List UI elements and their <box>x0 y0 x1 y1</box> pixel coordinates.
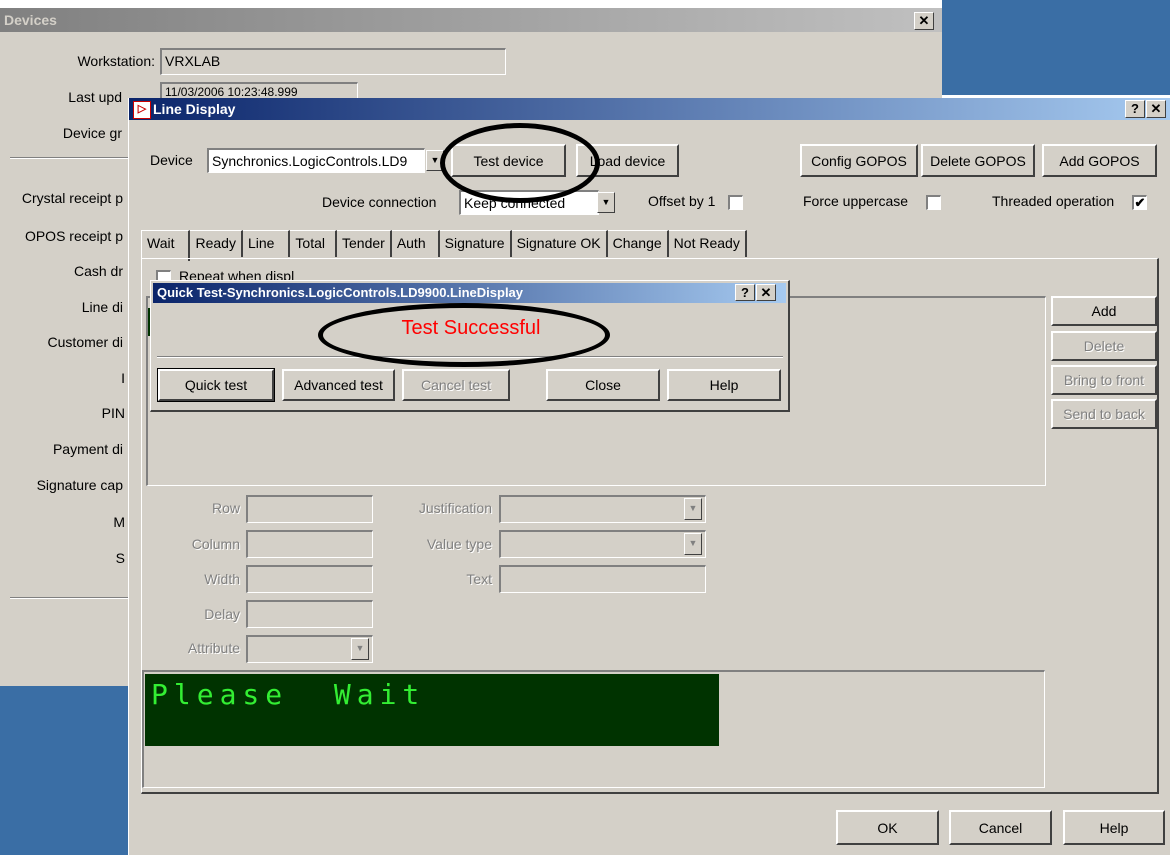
help-button[interactable]: Help <box>1063 810 1165 845</box>
line-display-window: ▷ Line Display ? ✕ Device Synchronics.Log… <box>128 98 1170 855</box>
add-element-button[interactable]: Add <box>1051 296 1157 326</box>
attribute-label: Attribute <box>187 640 240 656</box>
tab-signature[interactable]: Signature <box>439 230 512 257</box>
text-label: Text <box>466 571 492 587</box>
devices-item-m[interactable]: M <box>0 514 125 530</box>
column-label: Column <box>191 536 240 552</box>
send-to-back-button[interactable]: Send to back <box>1051 399 1157 429</box>
line-display-close-button[interactable]: ✕ <box>1146 100 1166 118</box>
width-field[interactable] <box>246 565 373 593</box>
offset-label: Offset by 1 <box>648 193 716 209</box>
value-type-select[interactable] <box>499 530 706 558</box>
devices-title-bar: Devices <box>0 8 942 32</box>
lcd-preview-text: Please Wait <box>145 674 719 746</box>
desktop-background-top <box>942 0 1170 95</box>
tab-not-ready[interactable]: Not Ready <box>668 230 747 257</box>
value-type-label: Value type <box>426 536 492 552</box>
row-field[interactable] <box>246 495 373 523</box>
delay-label: Delay <box>204 606 240 622</box>
devices-title: Devices <box>4 12 57 28</box>
text-field[interactable] <box>499 565 706 593</box>
devices-item-payment[interactable]: Payment di <box>0 441 123 457</box>
delete-gopos-button[interactable]: Delete GOPOS <box>921 144 1035 177</box>
cancel-test-button[interactable]: Cancel test <box>402 369 510 401</box>
tab-tender[interactable]: Tender <box>337 230 392 257</box>
last-update-label: Last upd <box>68 89 122 105</box>
line-display-title: Line Display <box>153 101 236 117</box>
devices-item-customer-display[interactable]: Customer di <box>0 334 123 350</box>
devices-item-opos[interactable]: OPOS receipt p <box>0 228 123 244</box>
value-type-arrow-icon[interactable]: ▼ <box>684 533 702 555</box>
quick-test-help-button[interactable]: Help <box>667 369 781 401</box>
tab-wait[interactable]: Wait <box>141 230 191 261</box>
justification-select[interactable] <box>499 495 706 523</box>
justification-arrow-icon[interactable]: ▼ <box>684 498 702 520</box>
tab-total[interactable]: Total <box>290 230 337 257</box>
devices-close-button[interactable]: ✕ <box>914 12 934 30</box>
highlight-ellipse-test-successful <box>318 303 610 367</box>
quick-test-help-title-button[interactable]: ? <box>735 284 755 301</box>
threaded-operation-checkbox[interactable]: ✔ <box>1132 195 1147 210</box>
workstation-label: Workstation: <box>77 53 155 69</box>
line-display-help-title-button[interactable]: ? <box>1125 100 1145 118</box>
device-group-label: Device gr <box>62 125 122 141</box>
devices-item-line-display[interactable]: Line di <box>0 299 123 315</box>
desktop-background-bottom <box>0 686 128 855</box>
attribute-arrow-icon[interactable]: ▼ <box>351 638 369 660</box>
devices-item-s[interactable]: S <box>0 550 125 566</box>
force-uppercase-checkbox[interactable] <box>926 195 941 210</box>
advanced-test-button[interactable]: Advanced test <box>282 369 395 401</box>
devices-item-crystal[interactable]: Crystal receipt p <box>0 190 123 206</box>
highlight-ellipse-test-device <box>440 123 600 203</box>
close-button[interactable]: Close <box>546 369 660 401</box>
delay-field[interactable] <box>246 600 373 628</box>
device-label: Device <box>150 152 193 168</box>
devices-item-pin[interactable]: PIN <box>0 405 125 421</box>
config-gopos-button[interactable]: Config GOPOS <box>800 144 918 177</box>
offset-checkbox[interactable] <box>728 195 743 210</box>
width-label: Width <box>204 571 240 587</box>
quick-test-button[interactable]: Quick test <box>157 368 275 402</box>
tab-ready[interactable]: Ready <box>190 230 243 257</box>
tab-strip: Wait Ready Line Total Tender Auth Signat… <box>141 230 747 261</box>
bring-to-front-button[interactable]: Bring to front <box>1051 365 1157 395</box>
device-connection-arrow-icon[interactable]: ▼ <box>597 192 615 213</box>
cancel-button[interactable]: Cancel <box>949 810 1052 845</box>
column-field[interactable] <box>246 530 373 558</box>
devices-item-signature[interactable]: Signature cap <box>0 477 123 493</box>
force-uppercase-label: Force uppercase <box>803 193 909 209</box>
add-gopos-button[interactable]: Add GOPOS <box>1042 144 1157 177</box>
quick-test-close-title-button[interactable]: ✕ <box>756 284 776 301</box>
tab-line[interactable]: Line <box>242 230 291 257</box>
devices-separator-2 <box>10 597 128 599</box>
quick-test-title: Quick Test-Synchronics.LogicControls.LD9… <box>157 285 524 300</box>
justification-label: Justification <box>418 500 492 516</box>
tab-change[interactable]: Change <box>607 230 669 257</box>
quick-test-title-bar: Quick Test-Synchronics.LogicControls.LD9… <box>153 283 786 303</box>
device-select[interactable]: Synchronics.LogicControls.LD9 <box>207 148 425 173</box>
workstation-field[interactable]: VRXLAB <box>160 48 506 75</box>
line-display-title-bar: ▷ Line Display <box>129 98 1170 120</box>
row-label: Row <box>211 500 240 516</box>
ok-button[interactable]: OK <box>836 810 939 845</box>
devices-item-cash-drawer[interactable]: Cash dr <box>0 263 123 279</box>
devices-separator-1 <box>10 157 128 159</box>
device-connection-label: Device connection <box>322 194 437 210</box>
tab-auth[interactable]: Auth <box>391 230 440 257</box>
line-display-app-icon: ▷ <box>133 101 151 119</box>
threaded-operation-label: Threaded operation <box>992 193 1115 209</box>
delete-element-button[interactable]: Delete <box>1051 331 1157 361</box>
devices-item-i[interactable]: I <box>0 370 125 386</box>
tab-signature-ok[interactable]: Signature OK <box>511 230 608 257</box>
